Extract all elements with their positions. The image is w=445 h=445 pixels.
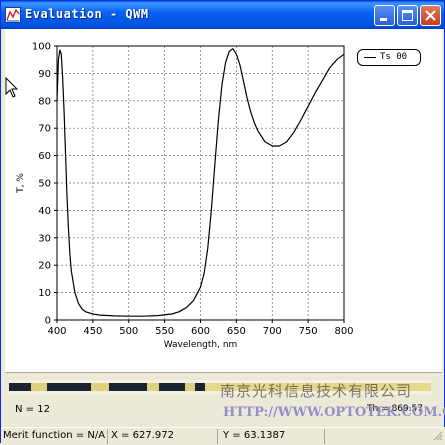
window-title: Evaluation - QWM bbox=[25, 7, 149, 21]
y-tick-label: 20 bbox=[38, 261, 51, 272]
x-tick-label: 700 bbox=[263, 326, 282, 337]
maximize-icon bbox=[402, 10, 413, 21]
y-tick-label: 100 bbox=[32, 42, 51, 53]
url-watermark: HTTP://WWW.OPTOTEK.COM.CN bbox=[223, 405, 445, 420]
maximize-button[interactable] bbox=[397, 5, 418, 26]
x-tick-label: 750 bbox=[299, 326, 318, 337]
status-divider bbox=[324, 429, 325, 444]
y-tick-label: 80 bbox=[38, 96, 51, 107]
layer-count-label: N = 12 bbox=[15, 404, 50, 415]
legend[interactable]: Ts 00 bbox=[357, 49, 421, 66]
layer-band bbox=[91, 383, 109, 391]
close-icon bbox=[425, 10, 436, 21]
legend-label: Ts 00 bbox=[380, 52, 408, 62]
evaluation-window: Evaluation - QWM 400 450 500 550 600 650 700 75… bbox=[0, 0, 445, 445]
y-tick-label: 70 bbox=[38, 124, 51, 135]
merit-function-status: Merit function = N/A bbox=[3, 430, 106, 441]
resize-grip-icon[interactable] bbox=[433, 431, 443, 441]
y-tick-label: 10 bbox=[38, 288, 51, 299]
minimize-button[interactable] bbox=[374, 5, 395, 26]
y-tick-label: 0 bbox=[45, 316, 51, 327]
legend-line-swatch bbox=[364, 57, 376, 58]
y-tick-label: 50 bbox=[38, 179, 51, 190]
y-axis-label: T, % bbox=[16, 173, 26, 194]
transmittance-chart[interactable]: 400 450 500 550 600 650 700 750 800 0 10 20 30 40 50 60… bbox=[5, 29, 442, 372]
x-tick-label: 600 bbox=[191, 326, 210, 337]
minimize-icon bbox=[380, 18, 387, 21]
y-tick-label: 90 bbox=[38, 69, 51, 80]
cursor-y-status: Y = 63.1387 bbox=[223, 430, 286, 441]
company-watermark: 南京光科信息技术有限公司 bbox=[220, 382, 413, 400]
y-tick-label: 60 bbox=[38, 151, 51, 162]
y-tick-label: 30 bbox=[38, 233, 51, 244]
panel-divider bbox=[5, 372, 442, 373]
x-tick-label: 500 bbox=[119, 326, 138, 337]
close-button[interactable] bbox=[420, 5, 441, 26]
cursor-x-status: X = 627.972 bbox=[111, 430, 174, 441]
layer-band bbox=[185, 383, 195, 391]
mouse-pointer-icon bbox=[5, 77, 19, 98]
status-bar: Merit function = N/A X = 627.972 Y = 63.… bbox=[1, 427, 445, 445]
layer-band bbox=[31, 383, 47, 391]
title-bar[interactable]: Evaluation - QWM bbox=[1, 1, 444, 29]
plot-panel[interactable]: 400 450 500 550 600 650 700 750 800 0 10 20 30 40 50 60… bbox=[5, 29, 442, 372]
plot-window-icon[interactable] bbox=[5, 7, 21, 23]
x-tick-label: 800 bbox=[334, 326, 353, 337]
x-tick-label: 550 bbox=[155, 326, 174, 337]
status-divider bbox=[217, 429, 218, 444]
layer-band bbox=[147, 383, 159, 391]
x-tick-label: 400 bbox=[47, 326, 66, 337]
x-axis-label: Wavelength, nm bbox=[164, 340, 238, 350]
x-tick-label: 450 bbox=[83, 326, 102, 337]
x-tick-label: 650 bbox=[227, 326, 246, 337]
y-tick-label: 40 bbox=[38, 206, 51, 217]
status-divider bbox=[107, 429, 108, 444]
